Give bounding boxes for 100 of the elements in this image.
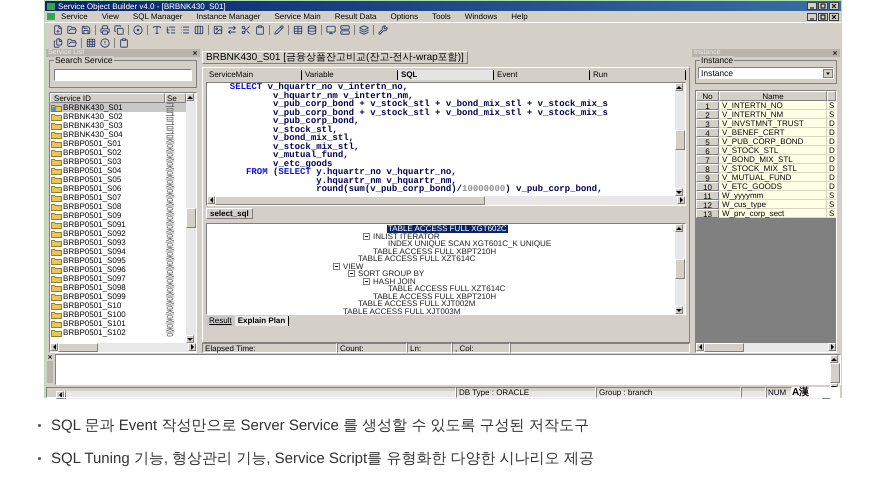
service-row[interactable]: BRBNK430_S01 금 [50,103,186,112]
column-header[interactable]: Service ID [50,93,165,103]
server-icon[interactable] [340,24,350,34]
column-header[interactable]: No [696,91,719,101]
document-title-tab[interactable]: BRBNK430_S01 [금융상품잔고비교(잔고-전사-wrap포함)] [202,51,468,64]
files-icon[interactable] [53,38,63,48]
collapse-icon[interactable] [363,278,370,285]
tab[interactable]: Result [206,316,235,326]
service-row[interactable]: BRBNK430_S02 금 [50,112,186,121]
clipboard-icon[interactable] [255,24,265,34]
menu-item[interactable]: SQL Manager [132,12,182,21]
plan-node[interactable]: SORT GROUP BY [357,270,426,278]
scrollbar[interactable] [207,196,685,205]
new-file-icon[interactable] [53,24,63,34]
collapse-icon[interactable] [333,262,340,270]
service-row[interactable]: BRBP0501_S07 종 [50,193,186,202]
close-icon[interactable] [829,12,839,20]
tab[interactable]: SQL [398,70,494,80]
service-row[interactable]: BRBNK430_S03 금 [50,121,186,130]
scrollbar[interactable] [696,343,836,352]
wrench-icon[interactable] [378,24,388,34]
scrollbar[interactable] [675,83,685,196]
menu-item[interactable]: Instance Manager [196,12,260,21]
service-row[interactable]: BRBP0501_S091 종 [50,220,186,229]
service-row[interactable]: BRBP0501_S04 종 [50,166,186,175]
service-row[interactable]: BRBP0501_S10 종 [50,301,186,310]
close-icon[interactable] [192,50,198,56]
service-row[interactable]: BRBP0501_S093 종 [50,238,186,247]
service-row[interactable]: BRBP0501_S094 종 [50,247,186,256]
instance-dropdown[interactable]: Instance [698,67,834,79]
plan-node[interactable]: TABLE ACCESS FULL XBPT210H [372,248,498,255]
service-row[interactable]: BRBP0501_S06 종 [50,184,186,193]
service-row[interactable]: BRBP0501_S099 종 [50,292,186,301]
collapse-icon[interactable] [363,232,370,240]
ime-indicator[interactable]: A漢 [792,387,840,398]
monitor-icon[interactable] [326,24,336,34]
menu-item[interactable]: Help [511,12,528,21]
menu-item[interactable]: Result Data [334,12,376,21]
search-field[interactable] [54,69,192,81]
tab[interactable]: Variable [302,70,398,80]
service-row[interactable]: BRBP0501_S02 종 [50,148,186,157]
copy-icon[interactable] [114,24,124,34]
plan-node[interactable]: TABLE ACCESS FULL XJT002M [357,300,476,308]
service-row[interactable]: BRBP0501_S102 종 [50,328,186,337]
service-row[interactable]: BRBP0501_S09 종 [50,211,186,220]
plan-node[interactable]: VIEW [342,262,364,270]
tab[interactable]: select_sql [206,208,253,219]
plan-node[interactable]: TABLE ACCESS FULL XGT602C [387,225,508,232]
scrollbar[interactable] [675,224,685,314]
service-row[interactable]: BRBP0501_S08 종 [50,202,186,211]
columns-icon[interactable] [194,24,204,34]
service-row[interactable]: BRBP0501_S101 종 [50,319,186,328]
service-row[interactable]: BRBP0501_S01 종 [50,139,186,148]
plan-node[interactable]: HASH JOIN [372,278,417,285]
layers-icon[interactable] [359,24,369,34]
plan-node[interactable]: TABLE ACCESS FULL XZT614C [357,255,476,262]
collapse-icon[interactable] [348,270,355,278]
plan-node[interactable]: INDEX UNIQUE SCAN XGT601C_K UNIQUE [387,240,552,248]
printer-icon[interactable] [100,24,110,34]
image-icon[interactable] [213,24,223,34]
menu-item[interactable]: Windows [464,12,498,21]
pencil-icon[interactable] [274,24,284,34]
grip-handle[interactable] [47,361,53,383]
service-row[interactable]: BRBP0501_S097 종 [50,274,186,283]
scrollbar[interactable] [186,93,196,343]
plan-node[interactable]: TABLE ACCESS FULL XJT003M [342,308,462,314]
column-header[interactable] [827,91,836,101]
menu-item[interactable]: Service Main [274,12,321,21]
service-row[interactable]: BRBP0501_S092 종 [50,229,186,238]
service-row[interactable]: BRBP0501_S100 종 [50,310,186,319]
arrows-icon[interactable] [227,24,237,34]
minimize-icon[interactable] [807,2,817,10]
minimize-icon[interactable] [807,12,817,20]
menu-item[interactable]: View [102,12,119,21]
alert-icon[interactable] [100,38,110,48]
column-header[interactable]: Name [719,91,827,101]
service-row[interactable]: BRBP0501_S03 종 [50,157,186,166]
plan-node[interactable]: TABLE ACCESS FULL XZT614C [387,285,506,292]
clipboard-icon[interactable] [119,38,129,48]
service-row[interactable]: BRBP0501_S096 종 [50,265,186,274]
service-row[interactable]: BRBNK430_S04 금 [50,130,186,139]
menu-item[interactable]: Options [390,12,418,21]
plan-node[interactable]: INLIST ITERATOR [372,232,441,240]
list-icon[interactable] [180,24,190,34]
service-row[interactable]: BRBP0501_S095 종 [50,256,186,265]
save-icon[interactable] [81,24,91,34]
scrollbar[interactable] [50,343,196,352]
text-icon[interactable] [152,24,162,34]
close-icon[interactable] [832,50,838,56]
tab[interactable]: Explain Plan [234,316,290,326]
tree-icon[interactable] [166,24,176,34]
disc-icon[interactable] [133,24,143,34]
plan-node[interactable]: TABLE ACCESS FULL XBPT210H [372,292,498,300]
scissors-icon[interactable] [241,24,251,34]
grid-icon[interactable] [86,38,96,48]
close-icon[interactable] [829,2,839,10]
service-row[interactable]: BRBP0501_S098 종 [50,283,186,292]
table-icon[interactable] [293,24,303,34]
menu-item[interactable]: Tools [432,12,451,21]
tab[interactable]: ServiceMain [206,70,302,80]
